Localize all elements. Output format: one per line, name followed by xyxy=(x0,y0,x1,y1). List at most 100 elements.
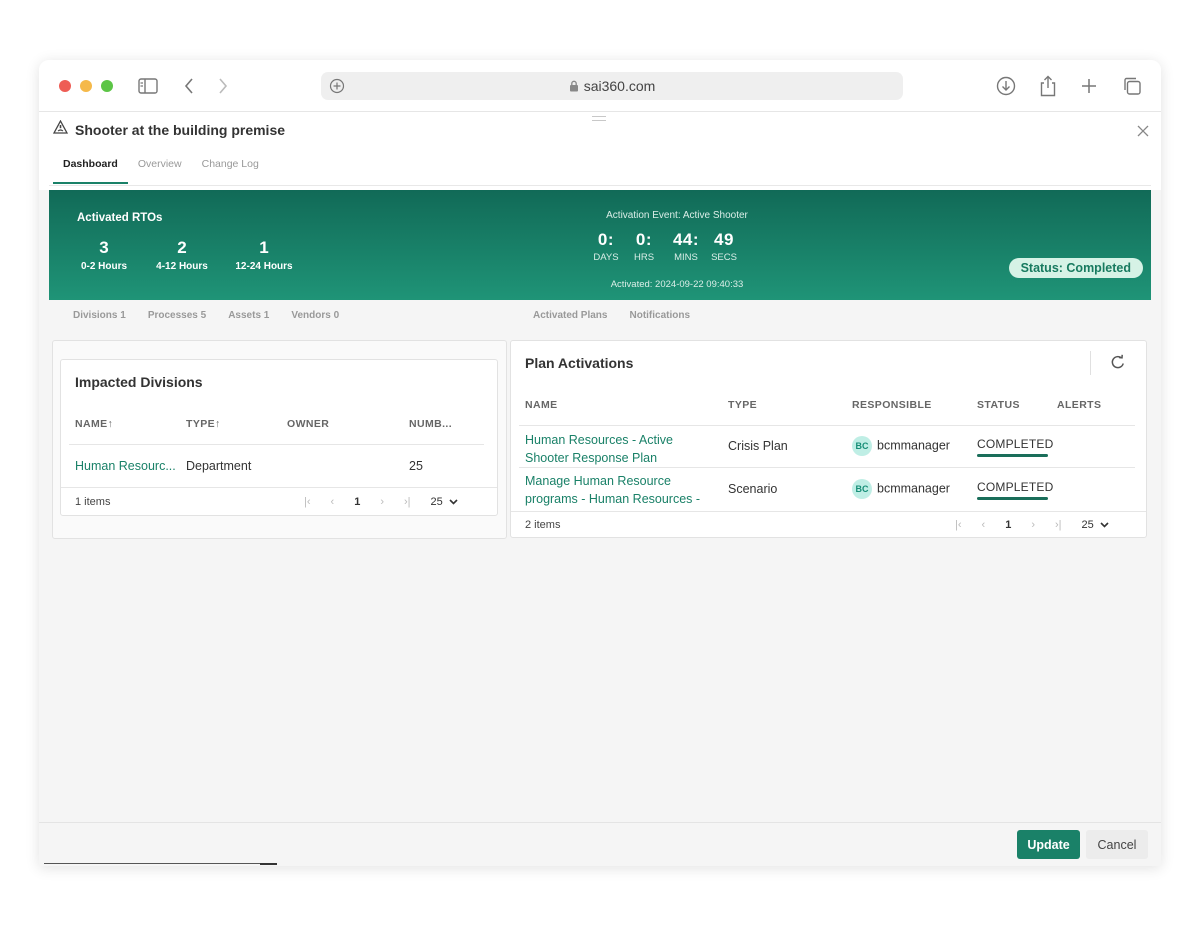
address-bar[interactable]: sai360.com xyxy=(321,72,903,100)
back-icon[interactable] xyxy=(181,74,197,98)
next-page-icon[interactable]: › xyxy=(380,496,384,508)
tab-overview[interactable]: Overview xyxy=(128,154,192,184)
first-page-icon[interactable]: |‹ xyxy=(304,496,311,508)
item-count: 1 items xyxy=(75,496,111,508)
browser-toolbar: sai360.com xyxy=(39,60,1161,112)
plan-name-line: Human Resources - Active xyxy=(525,433,673,447)
incident-header: Shooter at the building premise Dashboar… xyxy=(39,112,1161,190)
chevron-down-icon[interactable] xyxy=(1100,519,1109,531)
activated-timestamp: Activated: 2024-09-22 09:40:33 xyxy=(610,279,744,290)
subtab-divisions[interactable]: Divisions 1 xyxy=(73,310,126,321)
drag-handle[interactable] xyxy=(592,116,606,121)
hrs-value: 0 xyxy=(635,230,646,249)
refresh-icon[interactable] xyxy=(1110,354,1126,375)
rto-0-2: 3 0-2 Hours xyxy=(79,238,129,272)
last-page-icon[interactable]: ›| xyxy=(1055,519,1062,531)
chevron-down-icon[interactable] xyxy=(449,496,458,508)
division-type: Department xyxy=(186,459,252,473)
plan-activations-card: Plan Activations NAME TYPE RESPONSIBLE S… xyxy=(510,340,1147,538)
subtab-processes[interactable]: Processes 5 xyxy=(148,310,206,321)
plan-name-line: Shooter Response Plan xyxy=(525,451,658,465)
responsible-user: BC bcmmanager xyxy=(852,436,950,456)
zoom-window-button[interactable] xyxy=(101,80,113,92)
incident-title: Shooter at the building premise xyxy=(75,121,286,138)
sort-arrow-icon: ↑ xyxy=(107,418,114,430)
plan-status: COMPLETED xyxy=(977,437,1054,451)
forward-icon[interactable] xyxy=(215,74,231,98)
prev-page-icon[interactable]: ‹ xyxy=(982,519,986,531)
plan-activations-title: Plan Activations xyxy=(525,355,634,371)
main-tabs: Dashboard Overview Change Log xyxy=(53,154,269,184)
column-header-responsible[interactable]: RESPONSIBLE xyxy=(852,399,932,411)
days-label: DAYS xyxy=(593,252,619,263)
last-page-icon[interactable]: ›| xyxy=(404,496,411,508)
page-size-select[interactable]: 25 xyxy=(431,496,443,508)
tab-change-log[interactable]: Change Log xyxy=(192,154,269,184)
add-extension-icon[interactable] xyxy=(329,78,345,97)
column-header-number[interactable]: NUMB... xyxy=(409,418,452,430)
plan-name-line: Manage Human Resource xyxy=(525,474,671,488)
rto-count: 1 xyxy=(259,238,269,257)
column-header-name[interactable]: NAME↑ xyxy=(75,418,113,430)
update-button[interactable]: Update xyxy=(1017,830,1080,859)
secs-value: 49 xyxy=(714,230,734,249)
division-name-link[interactable]: Human Resourc... xyxy=(75,459,176,473)
current-page: 1 xyxy=(1005,519,1012,531)
tab-overview-icon[interactable] xyxy=(1121,74,1143,98)
close-window-button[interactable] xyxy=(59,80,71,92)
column-header-status[interactable]: STATUS xyxy=(977,399,1020,411)
subtab-vendors[interactable]: Vendors 0 xyxy=(291,310,339,321)
plan-status: COMPLETED xyxy=(977,480,1054,494)
hrs-label: HRS xyxy=(633,252,655,263)
subtab-activated-plans[interactable]: Activated Plans xyxy=(533,310,607,321)
rto-label: 0-2 Hours xyxy=(80,261,128,272)
next-page-icon[interactable]: › xyxy=(1031,519,1035,531)
row-divider xyxy=(519,467,1135,468)
plan-type: Crisis Plan xyxy=(728,439,788,453)
horizontal-scrollbar[interactable] xyxy=(44,863,276,864)
column-header-owner[interactable]: OWNER xyxy=(287,418,329,430)
plan-name-link[interactable]: Manage Human Resource programs - Human R… xyxy=(525,472,700,508)
tab-dashboard[interactable]: Dashboard xyxy=(53,154,128,184)
subtab-notifications[interactable]: Notifications xyxy=(629,310,690,321)
counter-hrs: 0: HRS xyxy=(629,230,659,263)
column-header-name[interactable]: NAME xyxy=(525,399,558,411)
scrollbar-thumb[interactable] xyxy=(260,863,277,865)
current-page: 1 xyxy=(354,496,361,508)
responsible-user: BC bcmmanager xyxy=(852,479,950,499)
plan-name-link[interactable]: Human Resources - Active Shooter Respons… xyxy=(525,431,673,467)
column-header-type[interactable]: TYPE xyxy=(728,399,757,411)
sidebar-toggle-icon[interactable] xyxy=(137,74,159,98)
column-header-type[interactable]: TYPE↑ xyxy=(186,418,221,430)
close-icon[interactable] xyxy=(1137,121,1149,142)
share-icon[interactable] xyxy=(1038,74,1058,98)
division-number: 25 xyxy=(409,459,423,473)
prev-page-icon[interactable]: ‹ xyxy=(331,496,335,508)
column-header-label: NAME xyxy=(75,418,108,430)
plan-name-line: programs - Human Resources - xyxy=(525,492,701,506)
minimize-window-button[interactable] xyxy=(80,80,92,92)
impacted-divisions-card: Impacted Divisions NAME↑ TYPE↑ OWNER NUM… xyxy=(60,359,498,516)
toolbar-divider xyxy=(1090,351,1091,375)
table-footer-divider xyxy=(511,511,1146,512)
cancel-button[interactable]: Cancel xyxy=(1086,830,1148,859)
url-text: sai360.com xyxy=(583,78,656,94)
column-header-alerts[interactable]: ALERTS xyxy=(1057,399,1101,411)
rto-label: 12-24 Hours xyxy=(235,261,293,272)
status-progress-bar xyxy=(977,497,1048,500)
page-size-select[interactable]: 25 xyxy=(1082,519,1094,531)
download-icon[interactable] xyxy=(995,74,1017,98)
subtab-assets[interactable]: Assets 1 xyxy=(228,310,269,321)
title-row: Shooter at the building premise xyxy=(52,119,286,139)
rto-4-12: 2 4-12 Hours xyxy=(152,238,212,272)
status-progress-bar xyxy=(977,454,1048,457)
rto-label: 4-12 Hours xyxy=(156,261,208,272)
impacted-divisions-title: Impacted Divisions xyxy=(75,374,203,390)
first-page-icon[interactable]: |‹ xyxy=(955,519,962,531)
status-badge: Status: Completed xyxy=(1008,258,1143,278)
responsible-name: bcmmanager xyxy=(877,438,950,453)
table-header-divider xyxy=(519,425,1135,426)
warning-icon xyxy=(52,119,69,139)
counter-days: 0: DAYS xyxy=(591,230,621,263)
new-tab-icon[interactable] xyxy=(1079,74,1099,98)
